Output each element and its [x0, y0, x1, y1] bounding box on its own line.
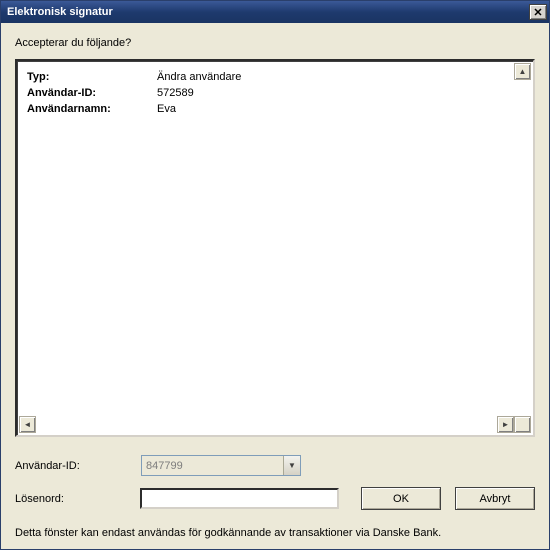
triangle-left-icon: ◄ — [24, 420, 32, 429]
label-userid: Användar-ID: — [27, 85, 157, 101]
value-userid: 572589 — [157, 85, 194, 101]
password-input[interactable] — [140, 488, 339, 509]
label-username: Användarnamn: — [27, 101, 157, 117]
details-box: Typ: Ändra användare Användar-ID: 572589… — [15, 59, 535, 437]
scroll-corner — [514, 416, 531, 433]
titlebar: Elektronisk signatur ✕ — [1, 1, 549, 23]
scroll-right-button[interactable]: ► — [497, 416, 514, 433]
row-userid: Användar-ID: 572589 — [27, 85, 523, 101]
scroll-left-button[interactable]: ◄ — [19, 416, 36, 433]
form-label-userid: Användar-ID: — [15, 460, 141, 472]
close-button[interactable]: ✕ — [529, 4, 547, 20]
value-type: Ändra användare — [157, 69, 241, 85]
prompt-text: Accepterar du följande? — [15, 37, 535, 49]
dialog-window: Elektronisk signatur ✕ Accepterar du föl… — [0, 0, 550, 550]
footer-note: Detta fönster kan endast användas för go… — [15, 527, 535, 539]
triangle-up-icon: ▲ — [519, 67, 527, 76]
userid-combo-value: 847799 — [142, 456, 283, 475]
label-type: Typ: — [27, 69, 157, 85]
close-icon: ✕ — [533, 6, 542, 19]
scroll-up-button[interactable]: ▲ — [514, 63, 531, 80]
cancel-button[interactable]: Avbryt — [455, 487, 535, 510]
window-title: Elektronisk signatur — [7, 6, 529, 18]
row-username: Användarnamn: Eva — [27, 101, 523, 117]
form-row-password: Lösenord: OK Avbryt — [15, 488, 535, 509]
details-inner: Typ: Ändra användare Användar-ID: 572589… — [19, 63, 531, 433]
form-row-userid: Användar-ID: 847799 ▼ — [15, 455, 535, 476]
combo-dropdown-button[interactable]: ▼ — [283, 456, 300, 475]
form-label-password: Lösenord: — [15, 493, 140, 505]
button-row: OK Avbryt — [361, 487, 535, 510]
value-username: Eva — [157, 101, 176, 117]
form-area: Användar-ID: 847799 ▼ Lösenord: OK Avbry… — [15, 455, 535, 521]
ok-button[interactable]: OK — [361, 487, 441, 510]
chevron-down-icon: ▼ — [288, 461, 296, 470]
client-area: Accepterar du följande? Typ: Ändra använ… — [1, 23, 549, 549]
userid-combo[interactable]: 847799 ▼ — [141, 455, 301, 476]
row-type: Typ: Ändra användare — [27, 69, 523, 85]
triangle-right-icon: ► — [502, 420, 510, 429]
